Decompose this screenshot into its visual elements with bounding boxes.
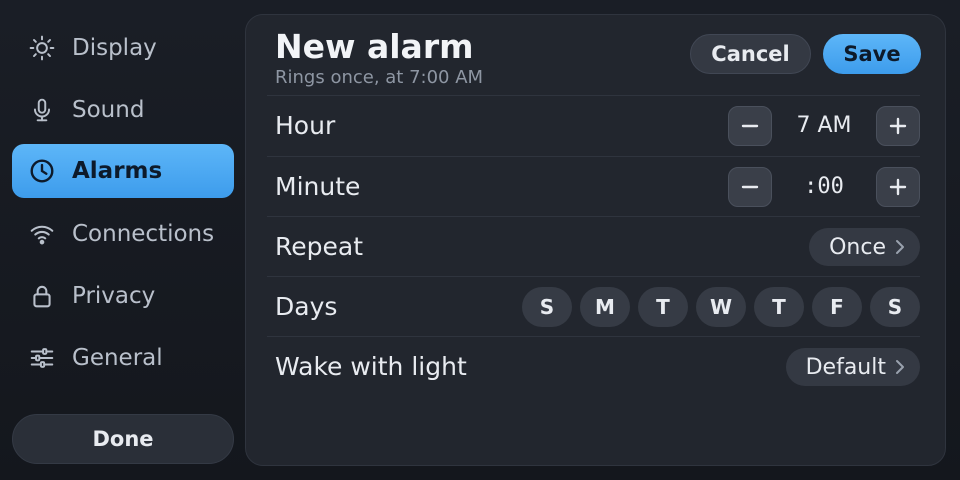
new-alarm-panel: New alarm Rings once, at 7:00 AM Cancel …	[245, 14, 946, 466]
minute-label: Minute	[275, 172, 361, 201]
hour-row: Hour 7 AM	[267, 95, 920, 155]
repeat-row: Repeat Once	[267, 216, 920, 276]
hour-label: Hour	[275, 111, 336, 140]
page-title: New alarm	[275, 27, 474, 66]
clock-icon	[28, 157, 56, 185]
wake-light-select[interactable]: Default	[785, 348, 920, 386]
microphone-icon	[28, 96, 56, 124]
save-button[interactable]: Save	[823, 34, 921, 74]
day-toggle-saturday[interactable]: S	[870, 287, 920, 327]
sidebar-item-label: Connections	[72, 221, 215, 247]
minute-decrement-button[interactable]	[728, 167, 772, 207]
page-subtitle: Rings once, at 7:00 AM	[275, 67, 484, 88]
wake-light-label: Wake with light	[275, 352, 467, 381]
plus-icon	[889, 178, 907, 196]
sliders-icon	[28, 344, 56, 372]
sidebar-item-privacy[interactable]: Privacy	[12, 269, 234, 323]
day-toggle-friday[interactable]: F	[812, 287, 862, 327]
sidebar-item-general[interactable]: General	[12, 331, 234, 385]
days-label: Days	[275, 292, 338, 321]
sidebar-item-connections[interactable]: Connections	[12, 207, 234, 261]
chevron-right-icon	[896, 360, 904, 374]
sidebar-item-label: Alarms	[72, 158, 163, 184]
day-toggle-tuesday[interactable]: T	[638, 287, 688, 327]
sidebar-item-label: Sound	[72, 97, 145, 123]
lock-icon	[28, 282, 56, 310]
minus-icon	[741, 185, 759, 189]
day-toggle-wednesday[interactable]: W	[696, 287, 746, 327]
minute-increment-button[interactable]	[876, 167, 920, 207]
sidebar: Display Sound Alarms Connections Privacy…	[12, 16, 234, 468]
wifi-icon	[28, 220, 56, 248]
minute-row: Minute :00	[267, 156, 920, 216]
minute-value: :00	[804, 174, 844, 199]
minus-icon	[741, 124, 759, 128]
sidebar-item-label: Privacy	[72, 283, 156, 309]
hour-increment-button[interactable]	[876, 106, 920, 146]
done-button[interactable]: Done	[12, 414, 234, 464]
cancel-button[interactable]: Cancel	[690, 34, 811, 74]
plus-icon	[889, 117, 907, 135]
hour-decrement-button[interactable]	[728, 106, 772, 146]
repeat-label: Repeat	[275, 232, 364, 261]
sidebar-item-display[interactable]: Display	[12, 21, 234, 75]
settings-screen: Display Sound Alarms Connections Privacy…	[0, 0, 960, 480]
day-toggle-thursday[interactable]: T	[754, 287, 804, 327]
day-toggle-sunday[interactable]: S	[522, 287, 572, 327]
chevron-right-icon	[896, 240, 904, 254]
repeat-select[interactable]: Once	[809, 228, 920, 266]
wake-light-value: Default	[805, 354, 886, 380]
sidebar-item-label: General	[72, 345, 163, 371]
wake-light-row: Wake with light Default	[267, 336, 920, 396]
hour-value: 7 AM	[796, 113, 852, 138]
day-toggle-monday[interactable]: M	[580, 287, 630, 327]
sidebar-item-label: Display	[72, 35, 157, 61]
sidebar-item-alarms[interactable]: Alarms	[12, 144, 234, 198]
repeat-value: Once	[829, 234, 886, 260]
sidebar-item-sound[interactable]: Sound	[12, 83, 234, 137]
sun-icon	[28, 34, 56, 62]
days-row: Days S M T W T F S	[267, 276, 920, 336]
